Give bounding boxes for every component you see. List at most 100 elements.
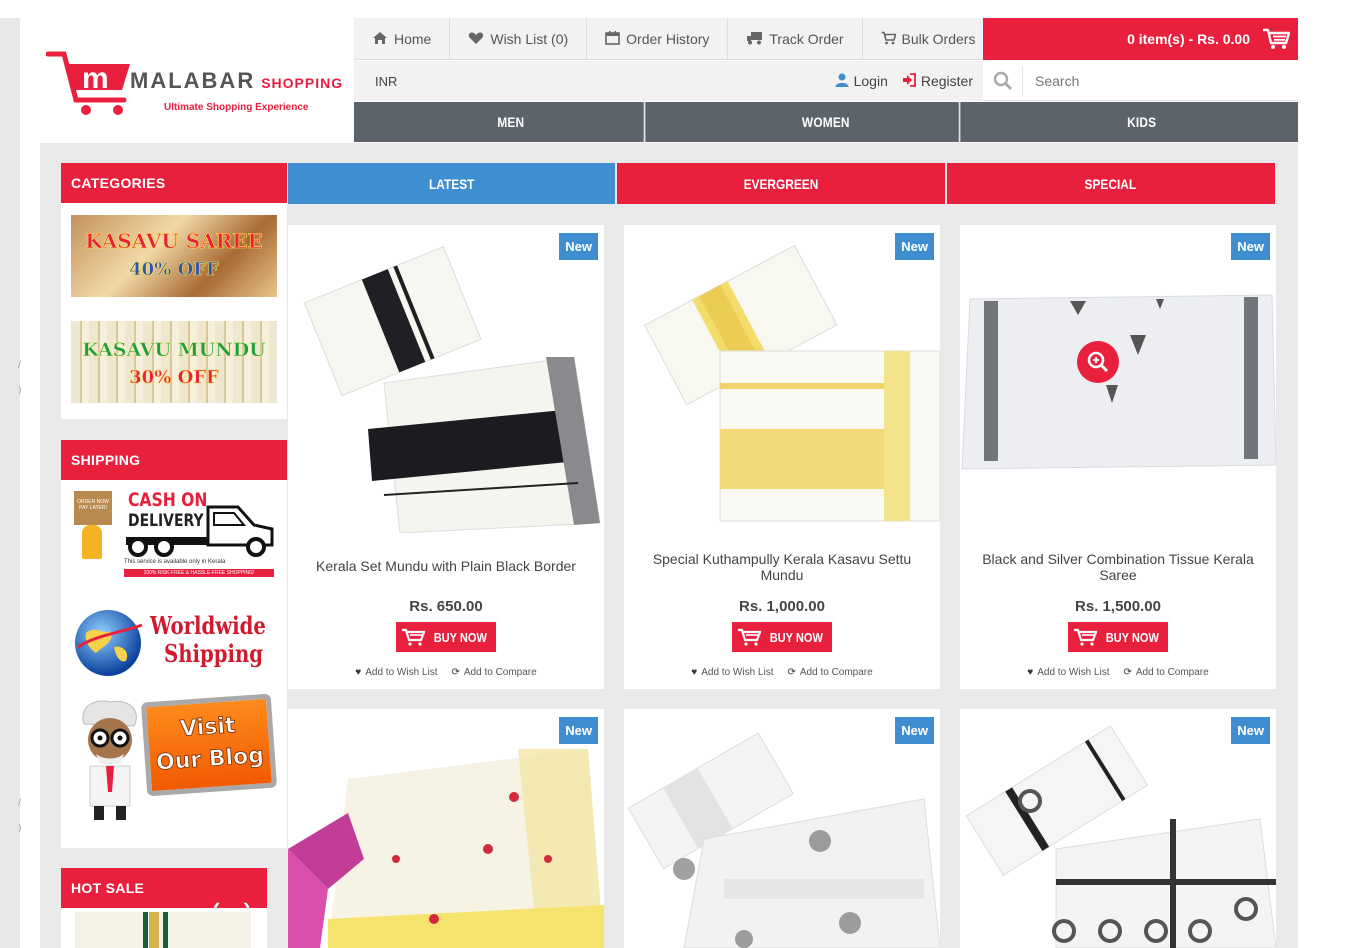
- product-image[interactable]: [288, 709, 604, 948]
- logo-tagline: Ultimate Shopping Experience: [164, 102, 309, 113]
- add-to-compare-label: Add to Compare: [1135, 667, 1209, 678]
- kasavu-saree-banner[interactable]: KASAVU SAREE 40% OFF: [71, 215, 277, 297]
- cart-summary-button[interactable]: 0 item(s) - Rs. 0.00: [983, 18, 1298, 60]
- add-to-compare-link[interactable]: ⟳ Add to Compare: [787, 667, 872, 678]
- tab-latest[interactable]: LATEST: [288, 163, 616, 204]
- add-to-wishlist-link[interactable]: ♥ Add to Wish List: [355, 667, 437, 678]
- hot-sale-next-icon[interactable]: ›: [243, 893, 250, 919]
- hot-sale-product-image[interactable]: [75, 912, 251, 948]
- cart-icon: [401, 628, 425, 646]
- nav-bulk-orders-label: Bulk Orders: [901, 31, 976, 47]
- edge-mark: /: [18, 360, 22, 370]
- tab-evergreen[interactable]: EVERGREEN: [617, 163, 945, 204]
- product-actions: ♥ Add to Wish List ⟳ Add to Compare: [960, 667, 1276, 678]
- product-name[interactable]: Black and Silver Combination Tissue Kera…: [974, 551, 1262, 583]
- login-label: Login: [853, 73, 888, 89]
- add-to-compare-link[interactable]: ⟳ Add to Compare: [451, 667, 536, 678]
- home-icon: [372, 31, 388, 48]
- zoom-icon[interactable]: [1077, 341, 1119, 383]
- sidebar: CATEGORIES: [61, 163, 287, 203]
- professor-mascot-icon: [82, 700, 137, 820]
- cod-strip: 100% RISK-FREE & HASSLE-FREE SHOPPING!: [124, 569, 274, 577]
- hot-sale-heading: HOT SALE: [61, 868, 267, 908]
- account-bar: INR Login Register: [354, 61, 983, 101]
- search-icon[interactable]: [983, 65, 1023, 96]
- edge-mark: ): [18, 824, 22, 834]
- product-card[interactable]: New Kerala Set Mundu with Plain Black Bo…: [288, 225, 604, 689]
- kasavu-mundu-banner[interactable]: KASAVU MUNDU 30% OFF: [71, 321, 277, 403]
- worldwide-shipping-banner[interactable]: Worldwide Shipping: [68, 603, 280, 681]
- logo-cart-icon: m: [46, 51, 130, 115]
- new-badge: New: [895, 233, 934, 260]
- category-kids[interactable]: KIDS: [1008, 102, 1274, 142]
- add-to-wishlist-link[interactable]: ♥ Add to Wish List: [1027, 667, 1109, 678]
- buy-now-button[interactable]: BUY NOW: [1068, 622, 1168, 652]
- auth-links: Login Register: [821, 72, 973, 90]
- category-nav: MEN WOMEN KIDS: [354, 102, 1298, 142]
- left-scroll-strip: / ) / ): [0, 18, 22, 948]
- product-card[interactable]: New: [624, 709, 940, 948]
- tab-special[interactable]: SPECIAL: [946, 163, 1275, 204]
- product-card[interactable]: New Black and Silver Combination Tissue …: [960, 225, 1276, 689]
- add-to-wishlist-label: Add to Wish List: [1037, 667, 1110, 678]
- register-link[interactable]: Register: [902, 72, 973, 90]
- product-image[interactable]: [960, 709, 1276, 948]
- refresh-icon: ⟳: [787, 667, 796, 678]
- shipping-heading: SHIPPING: [61, 440, 287, 480]
- nav-order-history[interactable]: Order History: [587, 18, 729, 60]
- login-link[interactable]: Login: [835, 73, 888, 90]
- product-actions: ♥ Add to Wish List ⟳ Add to Compare: [624, 667, 940, 678]
- nav-home-label: Home: [394, 31, 432, 47]
- product-name[interactable]: Kerala Set Mundu with Plain Black Border: [302, 558, 590, 574]
- product-image[interactable]: [288, 233, 604, 533]
- category-men[interactable]: MEN: [378, 102, 646, 142]
- calendar-icon: [605, 30, 620, 48]
- search-box: [983, 61, 1298, 101]
- product-card[interactable]: New: [288, 709, 604, 948]
- cart-icon: [1263, 28, 1290, 49]
- add-to-compare-label: Add to Compare: [799, 667, 873, 678]
- product-card[interactable]: New: [960, 709, 1276, 948]
- nav-home[interactable]: Home: [354, 18, 451, 60]
- currency-selector[interactable]: INR: [375, 74, 397, 89]
- nav-bulk-orders[interactable]: Bulk Orders: [863, 18, 995, 60]
- tab-evergreen-label: EVERGREEN: [743, 175, 819, 192]
- kasavu-mundu-offer: 30% OFF: [129, 367, 219, 389]
- nav-wishlist[interactable]: Wish List (0): [450, 18, 588, 60]
- worldwide-line1: Worldwide: [150, 611, 266, 640]
- add-to-wishlist-label: Add to Wish List: [701, 667, 774, 678]
- add-to-compare-link[interactable]: ⟳ Add to Compare: [1123, 667, 1208, 678]
- visit-blog-banner[interactable]: Visit Our Blog: [68, 692, 280, 824]
- cart-icon: [881, 31, 897, 48]
- worldwide-line2: Shipping: [164, 639, 264, 668]
- product-image[interactable]: [624, 233, 940, 533]
- product-image[interactable]: [960, 285, 1276, 485]
- product-name[interactable]: Special Kuthampully Kerala Kasavu Settu …: [638, 551, 926, 583]
- buy-now-button[interactable]: BUY NOW: [732, 622, 832, 652]
- product-image[interactable]: [624, 709, 940, 948]
- tab-latest-label: LATEST: [428, 175, 475, 192]
- logo-letter: m: [82, 62, 109, 95]
- add-to-wishlist-link[interactable]: ♥ Add to Wish List: [691, 667, 773, 678]
- new-badge: New: [895, 717, 934, 744]
- nav-order-history-label: Order History: [626, 31, 710, 47]
- hot-sale-prev-icon[interactable]: ‹: [213, 893, 220, 919]
- cash-on-delivery-banner[interactable]: ORDER NOW PAY LATER! CASH ON DELIVERY Th…: [68, 487, 280, 583]
- globe-icon: [75, 610, 143, 676]
- product-card[interactable]: New Special Kuthampully Kerala Kasavu Se…: [624, 225, 940, 689]
- nav-track-order[interactable]: Track Order: [728, 18, 863, 60]
- blog-sign: Visit Our Blog: [140, 693, 278, 797]
- category-women[interactable]: WOMEN: [693, 102, 962, 142]
- blog-line1: Visit: [179, 713, 237, 743]
- truck-icon: [126, 505, 274, 557]
- search-input[interactable]: [1023, 72, 1283, 89]
- user-icon: [835, 73, 849, 90]
- product-actions: ♥ Add to Wish List ⟳ Add to Compare: [288, 667, 604, 678]
- nav-wishlist-label: Wish List (0): [490, 31, 569, 47]
- heart-icon: [468, 31, 484, 48]
- site-logo[interactable]: m MALABAR SHOPPING Ultimate Shopping Expe…: [40, 18, 354, 143]
- buy-now-button[interactable]: BUY NOW: [396, 622, 496, 652]
- kasavu-saree-offer: 40% OFF: [129, 259, 219, 281]
- top-nav: Home Wish List (0) Order History Track O…: [354, 18, 995, 60]
- product-tabs: LATEST EVERGREEN SPECIAL: [288, 163, 1277, 204]
